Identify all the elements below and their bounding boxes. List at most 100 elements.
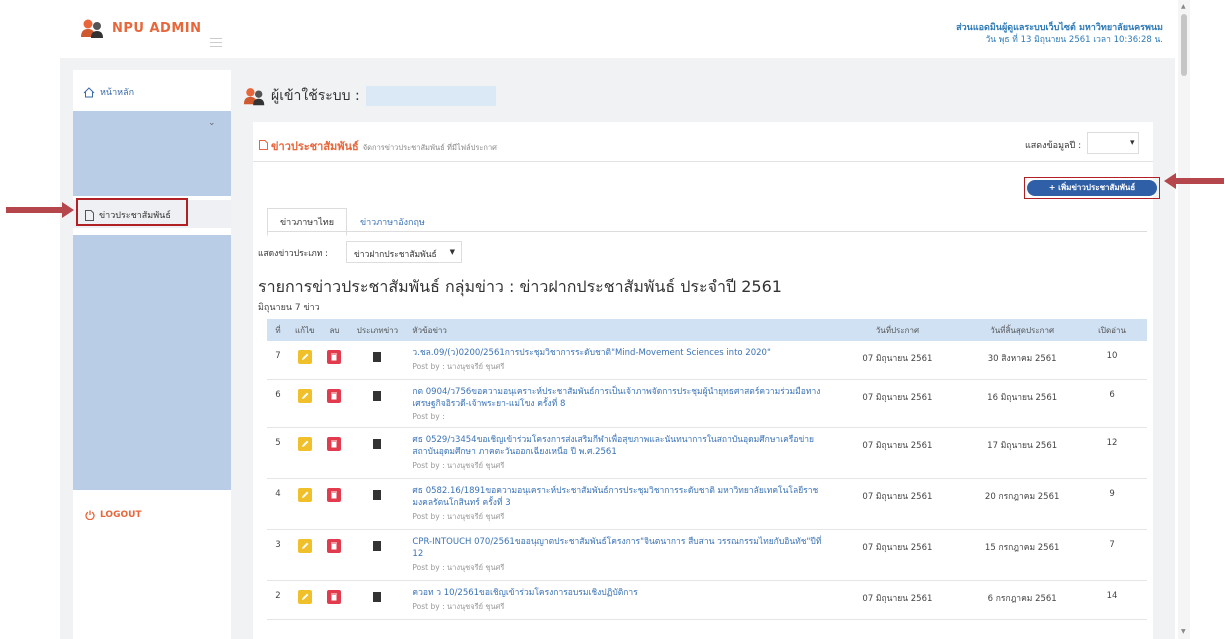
news-panel: ข่าวประชาสัมพันธ์ จัดการข่าวประชาสัมพันธ… [253,122,1160,639]
news-title-link[interactable]: ศธ 0582.16/1891ขอความอนุเคราะห์ประชาสัมพ… [412,485,821,509]
publish-date: 07 มิถุนายน 2561 [827,529,968,581]
table-row: 3 CPR-INTOUCH 070/2561ขออนุญาตประชาสัมพัน… [267,529,1147,581]
page-scrollbar[interactable]: ▲ ▼ [1178,0,1190,639]
publish-date: 07 มิถุนายน 2561 [827,341,968,380]
delete-icon[interactable] [327,350,342,364]
posted-by: Post by : นางนุชจรีย์ ชุนศรี [412,512,505,521]
add-news-button[interactable]: + เพิ่มข่าวประชาสัมพันธ์ [1027,180,1157,196]
category-label: แสดงข่าวประเภท : [258,249,328,259]
col-header-edit: แก้ไข [288,319,321,341]
posted-by: Post by : [412,412,445,421]
document-icon [373,439,382,449]
edit-icon[interactable] [297,437,312,451]
annotation-arrow-right [1164,173,1224,189]
view-count: 14 [1077,580,1147,620]
publish-date: 07 มิถุนายน 2561 [827,580,968,620]
user-bar: ผู้เข้าใช้ระบบ : [243,85,496,107]
end-date: 20 กรกฎาคม 2561 [967,478,1078,530]
edit-icon[interactable] [297,350,312,364]
col-header-date: วันที่ประกาศ [827,319,968,341]
add-news-button-highlight: + เพิ่มข่าวประชาสัมพันธ์ [1024,177,1160,199]
panel-title: ข่าวประชาสัมพันธ์ [271,140,359,153]
document-icon [373,490,382,500]
table-header-row: ที่ แก้ไข ลบ ประเภทข่าว หัวข้อข่าว วันที… [267,319,1147,341]
view-count: 7 [1077,529,1147,581]
news-title-link[interactable]: ควอท ว 10/2561ขอเชิญเข้าร่วมโครงการอบรมเ… [412,587,821,599]
row-number: 3 [267,529,289,581]
row-number: 6 [267,379,289,428]
delete-icon[interactable] [327,539,342,553]
divider [267,231,1147,232]
panel-heading: ข่าวประชาสัมพันธ์ จัดการข่าวประชาสัมพันธ… [259,137,497,155]
col-header-type: ประเภทข่าว [348,319,407,341]
row-number: 7 [267,341,289,380]
sidebar-redacted-block-2 [73,235,231,490]
news-title-link[interactable]: ว.ชล.09/(ว)0200/2561การประชุมวิชาการระดั… [412,347,821,359]
chevron-down-icon: ▾ [1130,138,1135,148]
username-redacted [365,86,496,106]
chevron-down-icon: ▼ [449,248,455,256]
users-icon [81,19,103,38]
document-icon [373,391,382,401]
year-label: แสดงข้อมูลปี : [1025,141,1082,151]
view-count: 12 [1077,427,1147,479]
col-header-title: หัวข้อข่าว [406,319,828,341]
sidebar-item-label: หน้าหลัก [100,88,135,98]
table-row: 4 ศธ 0582.16/1891ขอความอนุเคราะห์ประชาสัม… [267,478,1147,530]
delete-icon[interactable] [327,437,342,451]
row-number: 5 [267,427,289,479]
scroll-down-icon[interactable]: ▼ [1181,628,1186,635]
menu-toggle-icon[interactable] [210,38,222,47]
divider [253,161,1153,162]
app-logo[interactable]: NPU ADMIN [80,18,202,38]
end-date: 16 มิถุนายน 2561 [967,379,1078,428]
annotation-arrow-left [6,202,74,218]
logout-button[interactable]: LOGOUT [85,510,142,520]
scroll-up-icon[interactable]: ▲ [1181,3,1186,10]
publish-date: 07 มิถุนายน 2561 [827,379,968,428]
col-header-end-date: วันที่สิ้นสุดประกาศ [967,319,1078,341]
chevron-down-icon[interactable]: ⌄ [208,118,216,128]
end-date: 30 สิงหาคม 2561 [967,341,1078,380]
document-icon [373,352,382,362]
logout-label: LOGOUT [100,510,142,520]
col-header-views: เปิดอ่าน [1077,319,1147,341]
row-number: 4 [267,478,289,530]
posted-by: Post by : นางนุชจรีย์ ชุนศรี [412,602,505,611]
year-select[interactable]: ▾ [1087,132,1139,154]
news-title-link[interactable]: กต 0904/ว756ขอความอนุเคราะห์ประชาสัมพันธ… [412,386,821,410]
category-value: ข่าวฝากประชาสัมพันธ์ [354,250,437,260]
user-label: ผู้เข้าใช้ระบบ : [271,88,360,104]
news-title-link[interactable]: ศธ 0529/ว3454ขอเชิญเข้าร่วมโครงการส่งเสร… [412,434,821,458]
header-info: ส่วนแอดมินผู้ดูแลระบบเว็บไซต์ มหาวิทยาลั… [956,22,1163,46]
delete-icon[interactable] [327,389,342,403]
posted-by: Post by : นางนุชจรีย์ ชุนศรี [412,362,505,371]
view-count: 10 [1077,341,1147,380]
power-icon [85,510,95,520]
document-icon [373,541,382,551]
document-icon [373,592,382,602]
list-title: รายการข่าวประชาสัมพันธ์ กลุ่มข่าว : ข่าว… [258,277,782,296]
view-count: 6 [1077,379,1147,428]
news-title-link[interactable]: CPR-INTOUCH 070/2561ขออนุญาตประชาสัมพันธ… [412,536,821,560]
edit-icon[interactable] [297,389,312,403]
delete-icon[interactable] [327,590,342,604]
row-number: 2 [267,580,289,620]
posted-by: Post by : นางนุชจรีย์ ชุนศรี [412,563,505,572]
category-select[interactable]: ข่าวฝากประชาสัมพันธ์ ▼ [346,241,462,263]
org-name: ส่วนแอดมินผู้ดูแลระบบเว็บไซต์ มหาวิทยาลั… [956,23,1163,33]
edit-icon[interactable] [297,488,312,502]
end-date: 6 กรกฎาคม 2561 [967,580,1078,620]
list-count: มิถุนายน 7 ข่าว [258,303,320,313]
file-icon [259,140,268,150]
sidebar-item-home[interactable]: หน้าหลัก [83,85,134,99]
edit-icon[interactable] [297,539,312,553]
posted-by: Post by : นางนุชจรีย์ ชุนศรี [412,461,505,470]
delete-icon[interactable] [327,488,342,502]
edit-icon[interactable] [297,590,312,604]
table-row: 2 ควอท ว 10/2561ขอเชิญเข้าร่วมโครงการอบรม… [267,580,1147,620]
table-row: 7 ว.ชล.09/(ว)0200/2561การประชุมวิชาการระด… [267,341,1147,380]
scroll-thumb[interactable] [1181,14,1187,76]
sidebar: หน้าหลัก ⌄ ข่าวประชาสัมพันธ์ LOGOUT [73,70,231,639]
home-icon [83,86,95,97]
